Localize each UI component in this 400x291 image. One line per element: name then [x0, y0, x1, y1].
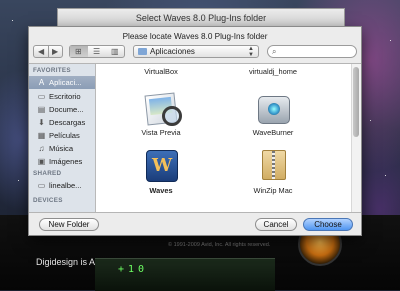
- file-item-waveburner[interactable]: WaveBurner: [218, 86, 328, 137]
- sidebar-item-label: Música: [49, 144, 74, 153]
- file-name: VirtualBox: [144, 67, 178, 76]
- disc-icon: [268, 103, 280, 115]
- sidebar-item-downloads[interactable]: ⬇ Descargas: [29, 116, 95, 129]
- desktop-icon: ▭: [37, 92, 46, 101]
- back-arrow-icon[interactable]: ◀: [38, 46, 44, 58]
- column-view-icon: ▥: [111, 47, 119, 56]
- sidebar-item-label: Imágenes: [49, 157, 83, 166]
- waves-logo-icon: W: [146, 150, 178, 182]
- sidebar-header-devices: DEVICES: [33, 197, 63, 204]
- window-title: Select Waves 8.0 Plug-Ins folder: [57, 8, 345, 27]
- sidebar-item-label: Películas: [49, 131, 80, 140]
- forward-arrow-icon[interactable]: ▶: [52, 46, 58, 58]
- file-grid: VirtualBox virtualdj_home Vista Previa W…: [96, 64, 361, 212]
- sidebar-header-shared: SHARED: [33, 170, 62, 177]
- file-item-waves[interactable]: W Waves: [106, 142, 216, 195]
- list-view-icon: ☰: [93, 47, 101, 56]
- back-forward-buttons: ◀ ▶: [33, 45, 63, 58]
- waveburner-icon: [254, 92, 292, 126]
- column-view-button[interactable]: ▥: [106, 46, 124, 57]
- waves-folder-icon: W: [142, 148, 180, 182]
- star: [390, 40, 391, 41]
- choose-button[interactable]: Choose: [303, 218, 353, 231]
- view-mode-buttons: ⊞ ☰ ▥: [69, 45, 125, 58]
- choose-folder-sheet: Please locate Waves 8.0 Plug-Ins folder …: [28, 26, 362, 236]
- file-name: virtualdj_home: [248, 67, 298, 76]
- star: [370, 120, 371, 121]
- file-browser: FAVORITES A Aplicaci... ▭ Escritorio ▤ D…: [29, 63, 361, 213]
- sidebar-item-label: linealbe...: [49, 181, 82, 190]
- location-label: Aplicaciones: [150, 47, 195, 56]
- sidebar-item-shared-computer[interactable]: ▭ linealbe...: [29, 179, 95, 192]
- magnifier-icon: [162, 106, 182, 126]
- sidebar: FAVORITES A Aplicaci... ▭ Escritorio ▤ D…: [29, 64, 96, 212]
- splash-copyright: © 1991-2009 Avid, Inc. All rights reserv…: [168, 242, 271, 248]
- sidebar-item-label: Aplicaci...: [49, 78, 82, 87]
- file-name: Waves: [149, 186, 173, 195]
- sidebar-header-favorites: FAVORITES: [33, 67, 71, 74]
- new-folder-button[interactable]: New Folder: [39, 218, 99, 231]
- icon-view-button[interactable]: ⊞: [70, 46, 88, 57]
- file-name: Vista Previa: [141, 128, 181, 137]
- applications-icon: A: [38, 78, 45, 87]
- list-view-button[interactable]: ☰: [88, 46, 106, 57]
- scrollbar-thumb[interactable]: [353, 67, 359, 137]
- icon-view-icon: ⊞: [75, 47, 82, 56]
- movies-icon: ▦: [37, 131, 46, 140]
- computer-icon: ▭: [37, 181, 46, 190]
- file-item-winzip[interactable]: WinZip Mac: [218, 142, 328, 195]
- sidebar-item-label: Docume...: [49, 105, 84, 114]
- sheet-prompt: Please locate Waves 8.0 Plug-Ins folder: [122, 32, 268, 41]
- star: [12, 20, 13, 21]
- music-icon: ♫: [38, 144, 45, 153]
- documents-icon: ▤: [37, 105, 46, 114]
- divider: [48, 46, 49, 57]
- vertical-scrollbar[interactable]: [351, 64, 361, 212]
- meter-readout: +10: [118, 264, 149, 275]
- folder-icon: [138, 48, 147, 55]
- waves-w-glyph: W: [152, 155, 173, 176]
- downloads-icon: ⬇: [38, 118, 45, 127]
- sidebar-item-documents[interactable]: ▤ Docume...: [29, 103, 95, 116]
- sidebar-item-label: Descargas: [49, 118, 86, 127]
- zipper-icon: [272, 151, 275, 179]
- winzip-icon: [254, 148, 292, 182]
- search-field[interactable]: ⌕: [267, 45, 357, 58]
- pictures-icon: ▣: [37, 157, 46, 166]
- sidebar-item-pictures[interactable]: ▣ Imágenes: [29, 155, 95, 168]
- star: [18, 180, 19, 181]
- popup-arrows-icon: ▲ ▼: [248, 46, 254, 58]
- sidebar-item-applications[interactable]: A Aplicaci...: [29, 76, 95, 89]
- search-icon: ⌕: [272, 47, 277, 56]
- sidebar-item-music[interactable]: ♫ Música: [29, 142, 95, 155]
- file-name: WaveBurner: [252, 128, 294, 137]
- sidebar-item-movies[interactable]: ▦ Películas: [29, 129, 95, 142]
- zip-archive-icon: [262, 150, 286, 180]
- location-popup[interactable]: Aplicaciones ▲ ▼: [133, 45, 259, 58]
- preview-icon: [142, 92, 182, 126]
- sidebar-item-label: Escritorio: [49, 92, 81, 101]
- sheet-toolbar: ◀ ▶ ⊞ ☰ ▥ Aplicaciones ▲ ▼ ⌕: [33, 45, 357, 59]
- file-item-vista-previa[interactable]: Vista Previa: [106, 86, 216, 137]
- cancel-button[interactable]: Cancel: [255, 218, 297, 231]
- cd-burner-icon: [258, 96, 290, 124]
- search-input[interactable]: [282, 47, 356, 58]
- sidebar-item-desktop[interactable]: ▭ Escritorio: [29, 90, 95, 103]
- file-name: WinZip Mac: [253, 186, 293, 195]
- star: [385, 175, 386, 176]
